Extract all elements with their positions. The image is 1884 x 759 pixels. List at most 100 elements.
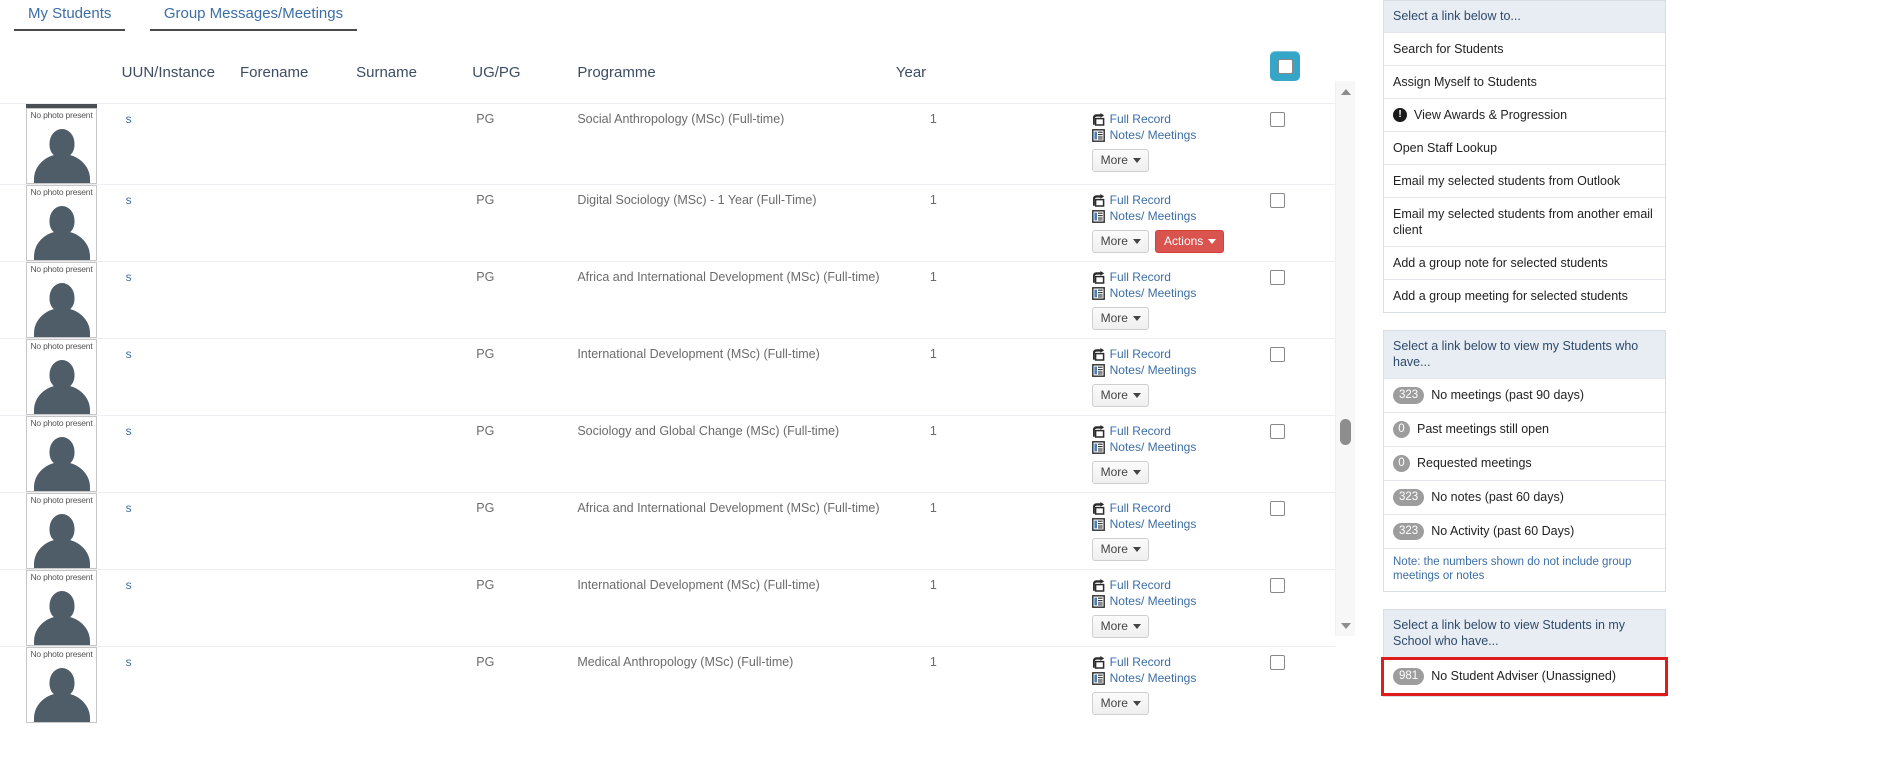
more-button[interactable]: More [1091,692,1149,715]
tab-bar: My Students Group Messages/Meetings [0,0,1355,31]
table-row: No photo present s PG Africa and Internatio… [0,492,1335,570]
school-students-filter-item[interactable]: 981 No Student Adviser (Unassigned) [1384,660,1665,693]
programme-cell: Social Anthropology (MSc) (Full-time) [577,103,896,185]
uun-cell: s [121,184,240,262]
person-silhouette-icon [33,283,90,337]
more-button[interactable]: More [1091,149,1149,172]
scroll-down-arrow-icon[interactable] [1341,623,1351,629]
notes-meetings-icon [1091,286,1105,300]
full-record-link[interactable]: Full Record [1110,347,1171,361]
actions-panel-item[interactable]: Email my selected students from Outlook [1384,164,1665,197]
more-button[interactable]: More [1091,538,1149,561]
col-header-ugpg[interactable]: UG/PG [472,31,577,104]
more-button[interactable]: More [1091,461,1149,484]
student-photo-cell: No photo present [0,569,122,647]
row-select-checkbox[interactable] [1270,501,1286,516]
uun-cell: s [121,103,240,185]
row-select-checkbox[interactable] [1270,655,1286,670]
my-students-filter-item[interactable]: 0 Requested meetings [1384,446,1665,480]
actions-panel-item[interactable]: Open Staff Lookup [1384,131,1665,164]
full-record-link[interactable]: Full Record [1110,424,1171,438]
actions-panel-item[interactable]: ! View Awards & Progression [1384,98,1665,131]
student-photo-cell: No photo present [0,261,122,339]
actions-panel-item-label: View Awards & Progression [1414,108,1568,122]
actions-panel-item[interactable]: Search for Students [1384,32,1665,65]
uun-cell: s [121,415,240,493]
full-record-icon [1092,193,1105,207]
row-select-checkbox[interactable] [1270,347,1286,362]
full-record-link[interactable]: Full Record [1110,112,1171,126]
forename-cell [240,103,357,185]
notes-meetings-icon [1091,440,1105,454]
full-record-link[interactable]: Full Record [1110,193,1171,207]
actions-panel-item[interactable]: Assign Myself to Students [1384,65,1665,98]
my-students-filter-item[interactable]: 0 Past meetings still open [1384,412,1665,446]
scrollbar-thumb[interactable] [1340,419,1351,445]
row-select-checkbox[interactable] [1270,112,1286,127]
more-button[interactable]: More [1091,230,1149,253]
row-select-checkbox[interactable] [1270,578,1286,593]
my-students-filter-item[interactable]: 323 No meetings (past 90 days) [1384,378,1665,412]
year-cell: 1 [895,338,1092,416]
year-cell: 1 [895,415,1092,493]
programme-cell: Digital Sociology (MSc) - 1 Year (Full-T… [577,184,896,262]
notes-meetings-link[interactable]: Notes/ Meetings [1110,286,1197,300]
row-select-checkbox[interactable] [1270,193,1286,208]
actions-panel-item[interactable]: Add a group note for selected students [1384,246,1665,279]
notes-meetings-link[interactable]: Notes/ Meetings [1110,209,1197,223]
count-badge: 981 [1393,668,1425,685]
my-students-filter-item[interactable]: 323 No notes (past 60 days) [1384,480,1665,514]
surname-cell [356,103,473,185]
uun-link[interactable]: s [126,578,132,592]
my-students-filter-label: No Activity (past 60 Days) [1431,524,1575,538]
table-scrollbar[interactable] [1335,81,1355,636]
full-record-link[interactable]: Full Record [1110,578,1171,592]
tab-my-students[interactable]: My Students [14,0,126,31]
notes-meetings-link[interactable]: Notes/ Meetings [1110,671,1197,685]
my-students-panel-note: Note: the numbers shown do not include g… [1384,548,1665,591]
uun-cell: s [121,646,240,723]
row-select-checkbox[interactable] [1270,270,1286,285]
uun-link[interactable]: s [126,655,132,669]
row-actions-cell: Full Record Notes/ Meetings More [1091,415,1247,493]
more-button[interactable]: More [1091,307,1149,330]
col-header-programme[interactable]: Programme [577,31,896,104]
forename-cell [240,569,357,647]
no-photo-label: No photo present [30,187,93,197]
school-students-filter-label: No Student Adviser (Unassigned) [1431,669,1617,683]
chevron-down-icon [1132,238,1141,244]
full-record-link[interactable]: Full Record [1110,501,1171,515]
uun-link[interactable]: s [126,501,132,515]
tab-group-messages-meetings[interactable]: Group Messages/Meetings [149,0,358,31]
actions-panel-item[interactable]: Email my selected students from another … [1384,197,1665,246]
notes-meetings-link[interactable]: Notes/ Meetings [1110,440,1197,454]
more-button[interactable]: More [1091,615,1149,638]
programme-cell: International Development (MSc) (Full-ti… [577,338,896,416]
my-students-filter-item[interactable]: 323 No Activity (past 60 Days) [1384,514,1665,548]
programme-cell: Sociology and Global Change (MSc) (Full-… [577,415,896,493]
col-header-uun-instance[interactable]: UUN/Instance [122,31,240,104]
actions-panel-item[interactable]: Add a group meeting for selected student… [1384,279,1665,312]
col-header-forename[interactable]: Forename [240,31,356,104]
actions-button[interactable]: Actions [1154,230,1225,253]
uun-link[interactable]: s [126,112,132,126]
select-all-checkbox[interactable] [1270,51,1301,81]
col-header-surname[interactable]: Surname [356,31,472,104]
forename-cell [240,415,357,493]
full-record-link[interactable]: Full Record [1110,270,1171,284]
uun-link[interactable]: s [126,193,132,207]
no-photo-label: No photo present [30,649,93,659]
notes-meetings-link[interactable]: Notes/ Meetings [1110,128,1197,142]
notes-meetings-link[interactable]: Notes/ Meetings [1110,594,1197,608]
notes-meetings-icon [1091,594,1105,608]
uun-link[interactable]: s [126,347,132,361]
uun-link[interactable]: s [126,270,132,284]
notes-meetings-link[interactable]: Notes/ Meetings [1110,363,1197,377]
scroll-up-arrow-icon[interactable] [1341,89,1351,95]
more-button[interactable]: More [1091,384,1149,407]
row-select-checkbox[interactable] [1270,424,1286,439]
uun-link[interactable]: s [126,424,132,438]
col-header-year[interactable]: Year [896,31,1092,104]
full-record-link[interactable]: Full Record [1110,655,1171,669]
notes-meetings-link[interactable]: Notes/ Meetings [1110,517,1197,531]
